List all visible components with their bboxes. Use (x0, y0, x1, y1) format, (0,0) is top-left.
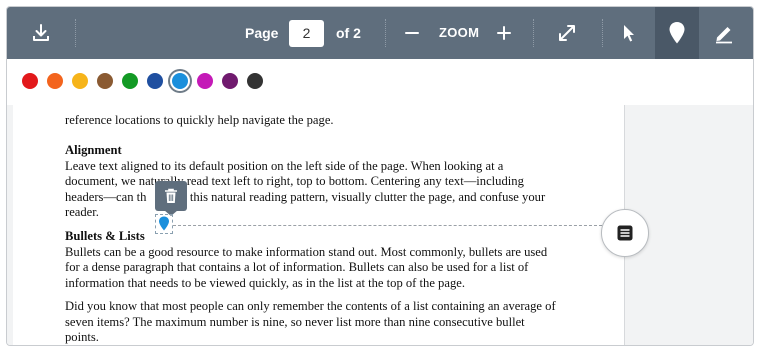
fullscreen-button[interactable] (547, 7, 587, 59)
alignment-line-2: document, we naturally read text left to… (65, 174, 524, 188)
heading-alignment-text: Alignment (65, 143, 122, 157)
toolbar: Page 2 of 2 ZOOM (7, 7, 753, 59)
select-tool-button[interactable] (611, 7, 647, 59)
color-swatch-yellow[interactable] (72, 73, 88, 89)
pin-icon (669, 22, 685, 44)
expand-icon (559, 25, 575, 41)
color-palette (7, 59, 753, 106)
pin-tool-button[interactable] (655, 7, 699, 59)
page-total: of 2 (336, 25, 361, 41)
bullets-line-3: information that needs to be viewed quic… (65, 275, 465, 290)
color-swatch-red[interactable] (22, 73, 38, 89)
comment-bubble-button[interactable] (601, 209, 649, 257)
alignment-line-1: Leave text aligned to its default positi… (65, 158, 504, 173)
document-area: reference locations to quickly help navi… (7, 105, 753, 345)
alignment-line-3a: headers—can th (65, 189, 147, 204)
annotation-connector (173, 225, 607, 226)
bullets-line-2: for a dense paragraph that contains a lo… (65, 260, 529, 274)
color-swatch-magenta[interactable] (197, 73, 213, 89)
color-swatch-brown[interactable] (97, 73, 113, 89)
document-viewer: Page 2 of 2 ZOOM reference locations to … (6, 6, 754, 346)
color-swatch-black[interactable] (247, 73, 263, 89)
heading-alignment: Alignment (65, 143, 585, 159)
alignment-line-3b: f this natural reading pattern, visually… (182, 189, 546, 204)
alignment-line-3: headers—can th f this natural reading pat… (65, 190, 585, 206)
color-swatch-green[interactable] (122, 73, 138, 89)
heading-bullets-text: Bullets & Lists (65, 229, 145, 243)
zoom-label: ZOOM (439, 25, 480, 40)
bullets-line-1: Bullets can be a good resource to make i… (65, 244, 548, 259)
plus-icon (497, 26, 511, 40)
download-button[interactable] (21, 7, 61, 59)
heading-bullets: Bullets & Lists (65, 229, 585, 245)
delete-annotation-button[interactable] (155, 181, 187, 216)
page-number-input[interactable]: 2 (289, 20, 324, 47)
color-swatch-navy[interactable] (147, 73, 163, 89)
page-label: Page (245, 25, 279, 41)
color-swatch-orange[interactable] (47, 73, 63, 89)
memory-line-2: seven items? The maximum number is nine,… (65, 314, 525, 329)
zoom-in-button[interactable] (491, 7, 517, 59)
pin-marker-icon (159, 216, 169, 231)
pencil-icon (716, 27, 732, 44)
cursor-icon (624, 25, 634, 42)
minus-icon (405, 32, 419, 34)
memory-line-3: points. (65, 330, 99, 344)
separator (602, 19, 603, 47)
zoom-out-button[interactable] (399, 7, 425, 59)
memory-line-1: Did you know that most people can only r… (65, 299, 556, 313)
separator (75, 19, 76, 47)
trash-icon (165, 188, 177, 203)
document-page: reference locations to quickly help navi… (13, 105, 624, 345)
draw-tool-button[interactable] (701, 7, 747, 59)
download-icon (33, 24, 49, 41)
color-swatch-blue[interactable] (172, 73, 188, 89)
separator (385, 19, 386, 47)
pin-annotation[interactable] (155, 214, 173, 234)
alignment-line-4: reader. (65, 205, 99, 219)
color-swatch-purple[interactable] (222, 73, 238, 89)
separator (533, 19, 534, 47)
paragraph-intro: reference locations to quickly help navi… (65, 113, 334, 127)
comment-icon (617, 225, 633, 241)
